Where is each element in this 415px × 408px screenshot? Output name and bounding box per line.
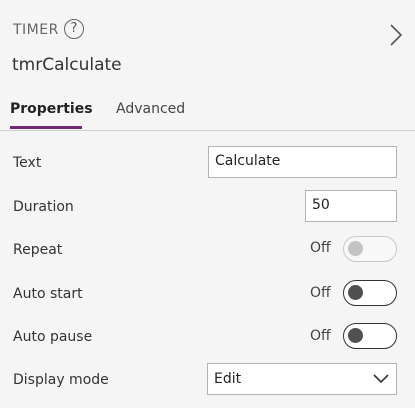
chevron-down-icon xyxy=(373,374,389,384)
auto-start-toggle[interactable] xyxy=(343,280,397,306)
text-input[interactable]: Calculate xyxy=(208,146,397,178)
control-name: tmrCalculate xyxy=(12,55,122,75)
toggle-knob xyxy=(348,328,363,343)
toggle-knob xyxy=(348,241,363,256)
properties-panel: TIMER ? tmrCalculate Properties Advanced… xyxy=(0,0,415,408)
tab-advanced[interactable]: Advanced xyxy=(116,101,185,117)
chevron-right-icon[interactable] xyxy=(388,22,404,48)
repeat-label: Repeat xyxy=(13,242,63,258)
repeat-toggle[interactable] xyxy=(343,236,397,262)
display-mode-value: Edit xyxy=(214,371,242,387)
display-mode-select[interactable]: Edit xyxy=(207,363,397,395)
control-type-label: TIMER xyxy=(13,22,59,38)
repeat-state-text: Off xyxy=(310,240,331,256)
tab-properties[interactable]: Properties xyxy=(10,101,93,117)
auto-pause-state-text: Off xyxy=(310,328,331,344)
display-mode-label: Display mode xyxy=(13,372,109,388)
auto-start-label: Auto start xyxy=(13,286,83,302)
toggle-knob xyxy=(348,285,363,300)
auto-pause-toggle[interactable] xyxy=(343,323,397,349)
tab-bar: Properties Advanced xyxy=(0,92,415,131)
active-tab-indicator xyxy=(10,126,82,129)
help-icon[interactable]: ? xyxy=(64,19,84,39)
text-label: Text xyxy=(13,155,42,171)
auto-pause-label: Auto pause xyxy=(13,329,93,345)
auto-start-state-text: Off xyxy=(310,285,331,301)
duration-label: Duration xyxy=(13,199,74,215)
duration-input[interactable]: 50 xyxy=(305,190,397,222)
